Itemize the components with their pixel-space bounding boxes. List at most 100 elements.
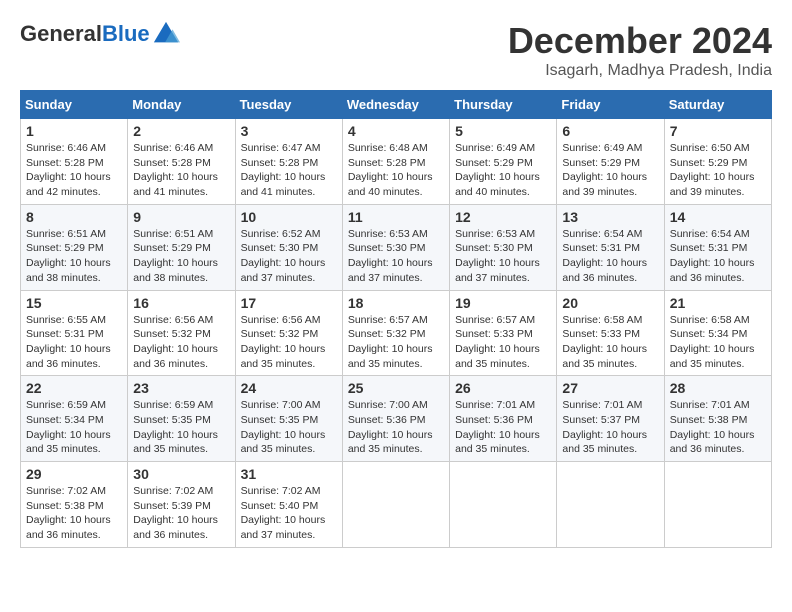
calendar-cell: 4 Sunrise: 6:48 AM Sunset: 5:28 PM Dayli… — [342, 119, 449, 205]
month-title: December 2024 — [508, 20, 772, 62]
calendar-cell: 29 Sunrise: 7:02 AM Sunset: 5:38 PM Dayl… — [21, 462, 128, 548]
day-number: 7 — [670, 123, 766, 139]
day-number: 1 — [26, 123, 122, 139]
day-info: Sunrise: 6:52 AM Sunset: 5:30 PM Dayligh… — [241, 227, 337, 286]
day-info: Sunrise: 7:02 AM Sunset: 5:40 PM Dayligh… — [241, 484, 337, 543]
day-number: 12 — [455, 209, 551, 225]
calendar-cell: 17 Sunrise: 6:56 AM Sunset: 5:32 PM Dayl… — [235, 290, 342, 376]
day-number: 11 — [348, 209, 444, 225]
calendar-cell: 30 Sunrise: 7:02 AM Sunset: 5:39 PM Dayl… — [128, 462, 235, 548]
day-info: Sunrise: 6:51 AM Sunset: 5:29 PM Dayligh… — [26, 227, 122, 286]
day-info: Sunrise: 6:57 AM Sunset: 5:32 PM Dayligh… — [348, 313, 444, 372]
calendar-cell: 3 Sunrise: 6:47 AM Sunset: 5:28 PM Dayli… — [235, 119, 342, 205]
day-info: Sunrise: 7:02 AM Sunset: 5:38 PM Dayligh… — [26, 484, 122, 543]
weekday-header: Saturday — [664, 91, 771, 119]
day-info: Sunrise: 6:53 AM Sunset: 5:30 PM Dayligh… — [455, 227, 551, 286]
day-info: Sunrise: 6:58 AM Sunset: 5:34 PM Dayligh… — [670, 313, 766, 372]
calendar-cell — [450, 462, 557, 548]
day-number: 25 — [348, 380, 444, 396]
day-number: 23 — [133, 380, 229, 396]
day-number: 20 — [562, 295, 658, 311]
calendar-cell: 14 Sunrise: 6:54 AM Sunset: 5:31 PM Dayl… — [664, 204, 771, 290]
day-number: 29 — [26, 466, 122, 482]
location: Isagarh, Madhya Pradesh, India — [508, 62, 772, 80]
day-number: 31 — [241, 466, 337, 482]
calendar-week-row: 29 Sunrise: 7:02 AM Sunset: 5:38 PM Dayl… — [21, 462, 772, 548]
day-number: 28 — [670, 380, 766, 396]
weekday-header: Monday — [128, 91, 235, 119]
logo-general: General — [20, 21, 102, 46]
calendar-cell: 25 Sunrise: 7:00 AM Sunset: 5:36 PM Dayl… — [342, 376, 449, 462]
calendar-cell: 1 Sunrise: 6:46 AM Sunset: 5:28 PM Dayli… — [21, 119, 128, 205]
day-number: 26 — [455, 380, 551, 396]
day-number: 9 — [133, 209, 229, 225]
day-number: 15 — [26, 295, 122, 311]
logo: GeneralBlue — [20, 20, 180, 48]
calendar-cell: 21 Sunrise: 6:58 AM Sunset: 5:34 PM Dayl… — [664, 290, 771, 376]
day-info: Sunrise: 7:01 AM Sunset: 5:38 PM Dayligh… — [670, 398, 766, 457]
day-info: Sunrise: 6:59 AM Sunset: 5:34 PM Dayligh… — [26, 398, 122, 457]
calendar-cell: 18 Sunrise: 6:57 AM Sunset: 5:32 PM Dayl… — [342, 290, 449, 376]
day-info: Sunrise: 6:56 AM Sunset: 5:32 PM Dayligh… — [241, 313, 337, 372]
calendar-cell: 2 Sunrise: 6:46 AM Sunset: 5:28 PM Dayli… — [128, 119, 235, 205]
day-info: Sunrise: 6:55 AM Sunset: 5:31 PM Dayligh… — [26, 313, 122, 372]
day-number: 22 — [26, 380, 122, 396]
day-number: 10 — [241, 209, 337, 225]
day-info: Sunrise: 7:01 AM Sunset: 5:36 PM Dayligh… — [455, 398, 551, 457]
calendar-cell: 6 Sunrise: 6:49 AM Sunset: 5:29 PM Dayli… — [557, 119, 664, 205]
day-info: Sunrise: 7:00 AM Sunset: 5:36 PM Dayligh… — [348, 398, 444, 457]
title-block: December 2024 Isagarh, Madhya Pradesh, I… — [508, 20, 772, 80]
day-info: Sunrise: 6:48 AM Sunset: 5:28 PM Dayligh… — [348, 141, 444, 200]
logo-icon — [152, 20, 180, 48]
day-info: Sunrise: 6:47 AM Sunset: 5:28 PM Dayligh… — [241, 141, 337, 200]
logo-blue: Blue — [102, 21, 150, 46]
calendar-cell: 19 Sunrise: 6:57 AM Sunset: 5:33 PM Dayl… — [450, 290, 557, 376]
calendar-cell: 27 Sunrise: 7:01 AM Sunset: 5:37 PM Dayl… — [557, 376, 664, 462]
day-info: Sunrise: 6:49 AM Sunset: 5:29 PM Dayligh… — [562, 141, 658, 200]
day-number: 14 — [670, 209, 766, 225]
calendar-cell: 7 Sunrise: 6:50 AM Sunset: 5:29 PM Dayli… — [664, 119, 771, 205]
calendar-cell: 31 Sunrise: 7:02 AM Sunset: 5:40 PM Dayl… — [235, 462, 342, 548]
calendar-cell: 16 Sunrise: 6:56 AM Sunset: 5:32 PM Dayl… — [128, 290, 235, 376]
day-info: Sunrise: 6:46 AM Sunset: 5:28 PM Dayligh… — [133, 141, 229, 200]
calendar-cell: 26 Sunrise: 7:01 AM Sunset: 5:36 PM Dayl… — [450, 376, 557, 462]
day-info: Sunrise: 6:57 AM Sunset: 5:33 PM Dayligh… — [455, 313, 551, 372]
calendar-cell: 12 Sunrise: 6:53 AM Sunset: 5:30 PM Dayl… — [450, 204, 557, 290]
weekday-header: Tuesday — [235, 91, 342, 119]
day-number: 5 — [455, 123, 551, 139]
day-info: Sunrise: 6:54 AM Sunset: 5:31 PM Dayligh… — [670, 227, 766, 286]
day-number: 3 — [241, 123, 337, 139]
calendar-cell: 13 Sunrise: 6:54 AM Sunset: 5:31 PM Dayl… — [557, 204, 664, 290]
calendar-cell: 10 Sunrise: 6:52 AM Sunset: 5:30 PM Dayl… — [235, 204, 342, 290]
day-info: Sunrise: 6:49 AM Sunset: 5:29 PM Dayligh… — [455, 141, 551, 200]
day-info: Sunrise: 7:00 AM Sunset: 5:35 PM Dayligh… — [241, 398, 337, 457]
day-info: Sunrise: 6:50 AM Sunset: 5:29 PM Dayligh… — [670, 141, 766, 200]
day-info: Sunrise: 7:01 AM Sunset: 5:37 PM Dayligh… — [562, 398, 658, 457]
calendar-cell: 22 Sunrise: 6:59 AM Sunset: 5:34 PM Dayl… — [21, 376, 128, 462]
weekday-header: Thursday — [450, 91, 557, 119]
day-info: Sunrise: 6:59 AM Sunset: 5:35 PM Dayligh… — [133, 398, 229, 457]
day-number: 2 — [133, 123, 229, 139]
calendar-cell: 28 Sunrise: 7:01 AM Sunset: 5:38 PM Dayl… — [664, 376, 771, 462]
calendar-cell: 20 Sunrise: 6:58 AM Sunset: 5:33 PM Dayl… — [557, 290, 664, 376]
calendar-cell — [557, 462, 664, 548]
day-number: 18 — [348, 295, 444, 311]
calendar-week-row: 1 Sunrise: 6:46 AM Sunset: 5:28 PM Dayli… — [21, 119, 772, 205]
calendar-week-row: 15 Sunrise: 6:55 AM Sunset: 5:31 PM Dayl… — [21, 290, 772, 376]
calendar-week-row: 8 Sunrise: 6:51 AM Sunset: 5:29 PM Dayli… — [21, 204, 772, 290]
calendar-table: SundayMondayTuesdayWednesdayThursdayFrid… — [20, 90, 772, 548]
calendar-cell: 24 Sunrise: 7:00 AM Sunset: 5:35 PM Dayl… — [235, 376, 342, 462]
calendar-cell — [664, 462, 771, 548]
calendar-cell: 8 Sunrise: 6:51 AM Sunset: 5:29 PM Dayli… — [21, 204, 128, 290]
day-number: 19 — [455, 295, 551, 311]
weekday-header: Sunday — [21, 91, 128, 119]
day-number: 27 — [562, 380, 658, 396]
day-info: Sunrise: 6:53 AM Sunset: 5:30 PM Dayligh… — [348, 227, 444, 286]
calendar-cell: 11 Sunrise: 6:53 AM Sunset: 5:30 PM Dayl… — [342, 204, 449, 290]
day-number: 24 — [241, 380, 337, 396]
day-info: Sunrise: 6:58 AM Sunset: 5:33 PM Dayligh… — [562, 313, 658, 372]
day-number: 4 — [348, 123, 444, 139]
day-number: 30 — [133, 466, 229, 482]
calendar-cell: 9 Sunrise: 6:51 AM Sunset: 5:29 PM Dayli… — [128, 204, 235, 290]
calendar-cell — [342, 462, 449, 548]
